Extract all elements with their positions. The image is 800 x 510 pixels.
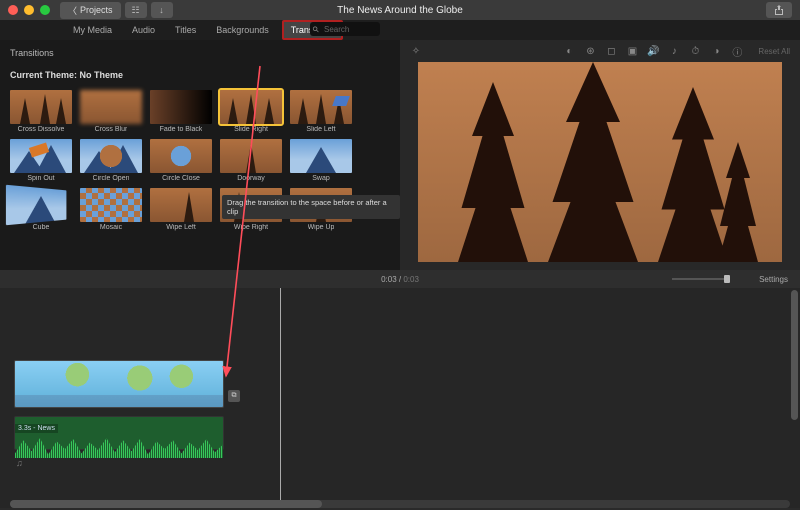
transition-item[interactable]: Fade to Black <box>150 90 212 133</box>
crop-icon[interactable]: ◻ <box>605 46 617 57</box>
transition-item[interactable]: Mosaic <box>80 188 142 231</box>
transition-item[interactable]: Circle Close <box>150 139 212 182</box>
share-icon <box>774 5 784 15</box>
audio-clip[interactable]: 3.3s - News <box>14 416 224 450</box>
music-track-icon: ♫ <box>16 458 23 468</box>
info-icon[interactable]: ⓘ <box>731 44 743 59</box>
filter-icon[interactable]: ◑ <box>710 46 722 57</box>
speed-icon[interactable]: ⏱ <box>689 46 701 57</box>
project-title: The News Around the Globe <box>337 5 463 16</box>
window-controls <box>8 5 50 15</box>
transition-item[interactable]: Swap <box>290 139 352 182</box>
stabilize-icon[interactable]: ▣ <box>626 46 638 57</box>
preview-viewport[interactable] <box>418 62 782 262</box>
tab-audio[interactable]: Audio <box>125 22 162 38</box>
playhead[interactable] <box>280 288 281 508</box>
tab-titles[interactable]: Titles <box>168 22 203 38</box>
share-button[interactable] <box>766 2 792 18</box>
transition-item[interactable]: Cross Blur <box>80 90 142 133</box>
waveform <box>15 436 223 458</box>
projects-label: Projects <box>80 5 113 15</box>
import-button[interactable]: ☷ <box>125 2 147 18</box>
tab-backgrounds[interactable]: Backgrounds <box>209 22 276 38</box>
transition-item[interactable]: Cube <box>10 188 72 231</box>
time-bar: 0:03 / 0:03 Settings <box>0 270 800 288</box>
timeline[interactable]: ⧉ ⧉ 3.3s - News ♫ <box>0 288 800 508</box>
transition-item[interactable]: Spin Out <box>10 139 72 182</box>
transition-item[interactable]: Slide Right <box>220 90 282 133</box>
media-tabs: My Media Audio Titles Backgrounds Transi… <box>0 20 800 40</box>
wand-icon[interactable]: ✧ <box>410 46 422 57</box>
horizontal-scrollbar[interactable] <box>10 500 790 508</box>
section-title: Transitions <box>10 48 390 58</box>
settings-button[interactable]: Settings <box>759 275 788 284</box>
titlebar: 〈 Projects ☷ ↓ The News Around the Globe <box>0 0 800 20</box>
timecode: 0:03 / 0:03 <box>381 275 419 284</box>
transition-item[interactable]: Doorway <box>220 139 282 182</box>
zoom-slider[interactable] <box>672 278 730 280</box>
transition-item[interactable]: Wipe Left <box>150 188 212 231</box>
noise-icon[interactable]: ♪ <box>668 46 680 57</box>
upper-pane: Transitions Current Theme: No Theme Cros… <box>0 40 800 270</box>
drag-tooltip: Drag the transition to the space before … <box>222 195 400 219</box>
transition-well-end[interactable]: ⧉ <box>228 390 240 402</box>
transition-item[interactable]: Circle Open <box>80 139 142 182</box>
theme-row: Current Theme: No Theme <box>10 70 390 80</box>
color-correction-icon[interactable]: ⊛ <box>584 46 596 57</box>
minimize-window-icon[interactable] <box>24 5 34 15</box>
viewer-toolbar: ✧ ◐ ⊛ ◻ ▣ 🔊 ♪ ⏱ ◑ ⓘ Reset All <box>400 40 800 62</box>
transition-item[interactable]: Cross Dissolve <box>10 90 72 133</box>
viewer-pane: ✧ ◐ ⊛ ◻ ▣ 🔊 ♪ ⏱ ◑ ⓘ Reset All <box>400 40 800 270</box>
fullscreen-window-icon[interactable] <box>40 5 50 15</box>
close-window-icon[interactable] <box>8 5 18 15</box>
reset-all-button[interactable]: Reset All <box>758 47 790 56</box>
transitions-browser: Transitions Current Theme: No Theme Cros… <box>0 40 400 270</box>
projects-back-button[interactable]: 〈 Projects <box>60 2 121 19</box>
volume-icon[interactable]: 🔊 <box>647 46 659 57</box>
clip-thumbnail <box>15 361 223 395</box>
download-button[interactable]: ↓ <box>151 2 173 18</box>
chevron-left-icon: 〈 <box>68 4 77 17</box>
video-clip[interactable] <box>14 360 224 408</box>
color-balance-icon[interactable]: ◐ <box>563 46 575 57</box>
vertical-scrollbar[interactable] <box>791 290 798 420</box>
transition-item[interactable]: Slide Left <box>290 90 352 133</box>
search-input[interactable]: Search <box>310 22 380 36</box>
tab-my-media[interactable]: My Media <box>66 22 119 38</box>
audio-clip-label: 3.3s - News <box>15 424 58 433</box>
